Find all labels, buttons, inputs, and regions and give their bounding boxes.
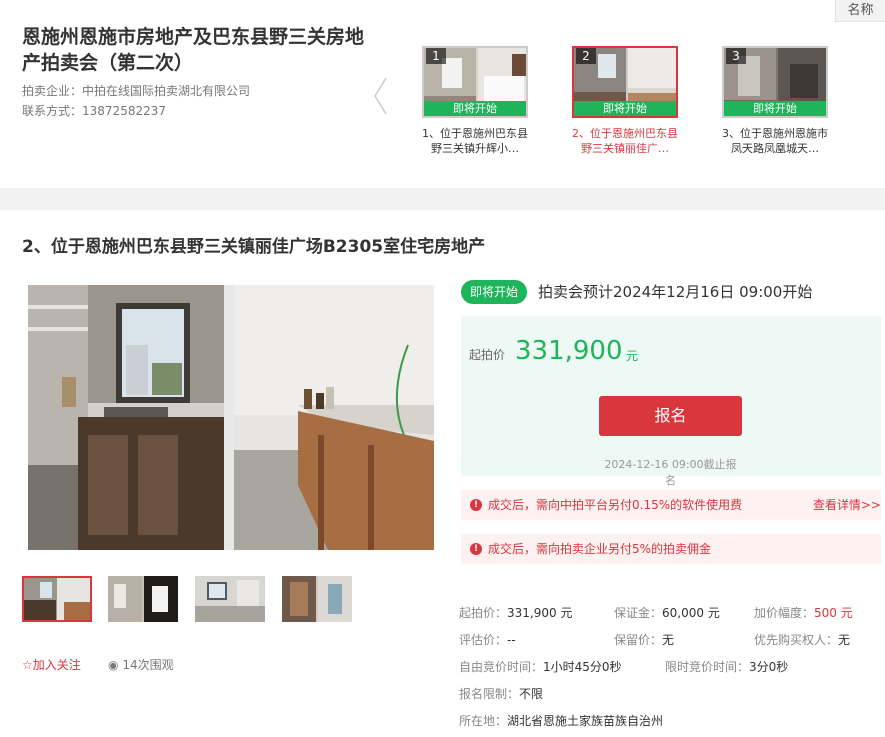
detail-value: 1小时45分0秒: [543, 660, 622, 674]
alert-icon: !: [470, 543, 482, 555]
detail-value: 60,000 元: [662, 606, 720, 620]
lot-item-3[interactable]: 3 即将开始 3、位于恩施州恩施市凤天路凤凰城天…: [720, 46, 830, 156]
name-tab[interactable]: 名称: [835, 0, 885, 22]
window-room-thumb: [195, 576, 265, 622]
detail-deposit: 保证金：60,000 元: [614, 604, 720, 621]
detail-label: 限时竞价时间：: [665, 660, 750, 674]
detail-label: 自由竞价时间：: [459, 660, 544, 674]
lot-status-badge: 即将开始: [574, 101, 676, 116]
lot-caption[interactable]: 1、位于恩施州巴东县野三关镇升辉小…: [420, 126, 530, 156]
lot-status-badge: 即将开始: [724, 101, 826, 116]
image-thumbnail-1[interactable]: [22, 576, 92, 622]
main-lot-image[interactable]: [28, 285, 434, 550]
contact-phone: 13872582237: [82, 104, 166, 118]
company-label: 拍卖企业：: [22, 84, 83, 98]
auction-title: 恩施州恩施市房地产及巴东县野三关房地产拍卖会（第二次）: [22, 26, 365, 74]
lot-thumbnail[interactable]: 1 即将开始: [422, 46, 528, 118]
lot-number: 2: [576, 48, 596, 64]
start-price-value: 331,900: [515, 336, 623, 366]
detail-priority: 优先购买权人：无: [754, 631, 850, 648]
detail-free-time: 自由竞价时间：1小时45分0秒: [459, 658, 622, 675]
detail-value: 3分0秒: [749, 660, 789, 674]
detail-label: 加价幅度：: [754, 606, 815, 620]
lot-number: 1: [426, 48, 446, 64]
auction-contact: 联系方式：13872582237: [22, 102, 166, 119]
detail-value: 无: [662, 633, 675, 647]
detail-value: --: [507, 633, 516, 647]
price-panel: 起拍价 331,900 元 报名 2024-12-16 09:00截止报名: [461, 316, 881, 487]
lot-thumbnail[interactable]: 2 即将开始: [572, 46, 678, 118]
follow-button[interactable]: ☆加入关注: [22, 656, 81, 673]
start-price-label: 起拍价: [469, 348, 506, 362]
chevron-left-icon[interactable]: [372, 76, 388, 116]
lot-caption[interactable]: 2、位于恩施州巴东县野三关镇丽佳广…: [570, 126, 680, 156]
view-count: ◉ 14次围观: [108, 656, 174, 673]
fee-notice-platform: ! 成交后，需向中拍平台另付0.15%的软件使用费 查看详情>>: [461, 490, 881, 520]
company-name: 中拍在线国际拍卖湖北有限公司: [82, 84, 251, 98]
alert-icon: !: [470, 499, 482, 511]
detail-value: 湖北省恩施土家族苗族自治州: [507, 714, 664, 728]
auction-schedule: 拍卖会预计2024年12月16日 09:00开始: [538, 283, 813, 301]
detail-label: 所在地：: [459, 714, 508, 728]
lot-item-2[interactable]: 2 即将开始 2、位于恩施州巴东县野三关镇丽佳广…: [570, 46, 680, 156]
view-details-link[interactable]: 查看详情>>: [813, 490, 881, 520]
lot-number: 3: [726, 48, 746, 64]
image-thumbnail-3[interactable]: [195, 576, 265, 622]
detail-reserve: 保留价：无: [614, 631, 674, 648]
kitchen-thumb: [24, 578, 90, 620]
lot-caption[interactable]: 3、位于恩施州恩施市凤天路凤凰城天…: [720, 126, 830, 156]
detail-appraisal: 评估价：--: [459, 631, 516, 648]
view-count-text: 14次围观: [122, 658, 174, 672]
status-badge: 即将开始: [461, 280, 528, 304]
notice-text: 成交后，需向拍卖企业另付5%的拍卖佣金: [488, 542, 712, 556]
detail-increment: 加价幅度：500 元: [754, 604, 853, 621]
detail-value: 331,900 元: [507, 606, 573, 620]
register-button[interactable]: 报名: [599, 396, 742, 436]
price-unit: 元: [626, 349, 639, 363]
door-room-thumb: [282, 576, 352, 622]
register-deadline: 2024-12-16 09:00截止报名: [604, 458, 737, 487]
detail-label: 保留价：: [614, 633, 663, 647]
auction-company: 拍卖企业：中拍在线国际拍卖湖北有限公司: [22, 82, 250, 99]
detail-limit-time: 限时竞价时间：3分0秒: [665, 658, 788, 675]
contact-label: 联系方式：: [22, 104, 83, 118]
notice-text: 成交后，需向中拍平台另付0.15%的软件使用费: [488, 498, 743, 512]
detail-value: 不限: [519, 687, 544, 701]
lot-title: 2、位于恩施州巴东县野三关镇丽佳广场B2305室住宅房地产: [22, 237, 486, 257]
star-icon: ☆: [22, 658, 33, 672]
detail-value: 无: [838, 633, 851, 647]
lot-status-badge: 即将开始: [424, 101, 526, 116]
detail-label: 优先购买权人：: [754, 633, 839, 647]
kitchen-main-photo: [28, 285, 434, 550]
detail-value: 500 元: [814, 606, 853, 620]
detail-label: 报名限制：: [459, 687, 520, 701]
detail-label: 起拍价：: [459, 606, 508, 620]
lot-item-1[interactable]: 1 即将开始 1、位于恩施州巴东县野三关镇升辉小…: [420, 46, 530, 156]
detail-label: 保证金：: [614, 606, 663, 620]
lot-thumbnail[interactable]: 3 即将开始: [722, 46, 828, 118]
auction-header-card: 名称 恩施州恩施市房地产及巴东县野三关房地产拍卖会（第二次） 拍卖企业：中拍在线…: [0, 0, 885, 188]
lot-detail-card: 2、位于恩施州巴东县野三关镇丽佳广场B2305室住宅房地产 ☆加入关注 ◉ 14…: [0, 210, 885, 737]
fee-notice-commission: ! 成交后，需向拍卖企业另付5%的拍卖佣金: [461, 534, 881, 564]
image-thumbnail-4[interactable]: [282, 576, 352, 622]
follow-label: 加入关注: [32, 658, 81, 672]
eye-icon: ◉: [108, 658, 119, 672]
image-thumbnail-2[interactable]: [108, 576, 178, 622]
detail-location: 所在地：湖北省恩施土家族苗族自治州: [459, 712, 663, 729]
detail-label: 评估价：: [459, 633, 508, 647]
detail-start-price: 起拍价：331,900 元: [459, 604, 572, 621]
room-thumb: [108, 576, 178, 622]
detail-restriction: 报名限制：不限: [459, 685, 543, 702]
